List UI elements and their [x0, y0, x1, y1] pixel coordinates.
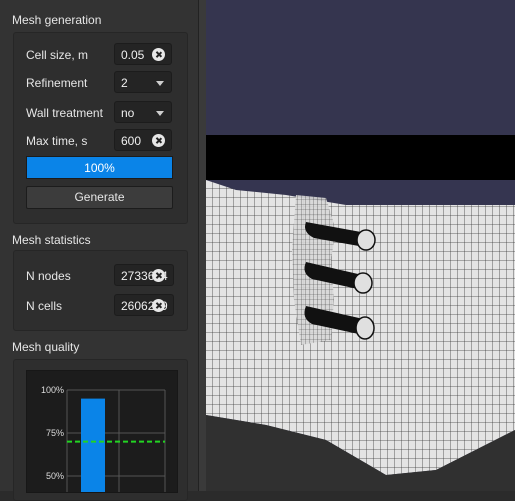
max-time-label: Max time, s	[26, 134, 88, 148]
mesh-quality-chart: 100% 75% 50%	[26, 370, 178, 493]
n-cells-field[interactable]: 2606259	[114, 294, 174, 316]
n-nodes-label: N nodes	[26, 269, 71, 283]
progress-label: 100%	[84, 161, 115, 175]
y-tick-label: 100%	[41, 385, 64, 395]
clear-icon[interactable]	[152, 134, 165, 147]
refinement-select[interactable]: 2	[114, 71, 172, 93]
mesh-generation-title: Mesh generation	[12, 13, 102, 27]
quality-chart-svg: 100% 75% 50%	[41, 385, 166, 492]
refinement-label: Refinement	[26, 76, 88, 90]
clear-icon[interactable]	[152, 48, 165, 61]
generation-progress-bar: 100%	[26, 156, 173, 179]
mesh-statistics-title: Mesh statistics	[12, 233, 91, 247]
max-time-input[interactable]: 600	[114, 129, 172, 151]
y-tick-label: 75%	[46, 428, 64, 438]
chevron-down-icon	[156, 81, 164, 86]
chevron-down-icon	[156, 111, 164, 116]
n-cells-label: N cells	[26, 299, 63, 313]
3d-viewport[interactable]	[206, 0, 515, 491]
settings-panel: Mesh generation Cell size, m 0.05 Refine…	[0, 0, 198, 501]
max-time-value: 600	[121, 134, 142, 148]
wall-treatment-value: no	[121, 106, 135, 120]
refinement-value: 2	[121, 76, 128, 90]
mesh-statistics-group	[13, 250, 188, 331]
cell-size-value: 0.05	[121, 48, 145, 62]
cell-size-input[interactable]: 0.05	[114, 43, 172, 65]
cell-size-label: Cell size, m	[26, 48, 89, 62]
quality-bar	[81, 398, 105, 492]
mesh-quality-title: Mesh quality	[12, 340, 80, 354]
clear-icon[interactable]	[152, 299, 165, 312]
wall-treatment-select[interactable]: no	[114, 101, 172, 123]
y-tick-label: 50%	[46, 471, 64, 481]
n-nodes-field[interactable]: 2733654	[114, 264, 174, 286]
generate-button[interactable]: Generate	[26, 186, 173, 209]
mesh-render	[206, 0, 515, 491]
wall-treatment-label: Wall treatment	[26, 106, 103, 120]
clear-icon[interactable]	[152, 269, 165, 282]
